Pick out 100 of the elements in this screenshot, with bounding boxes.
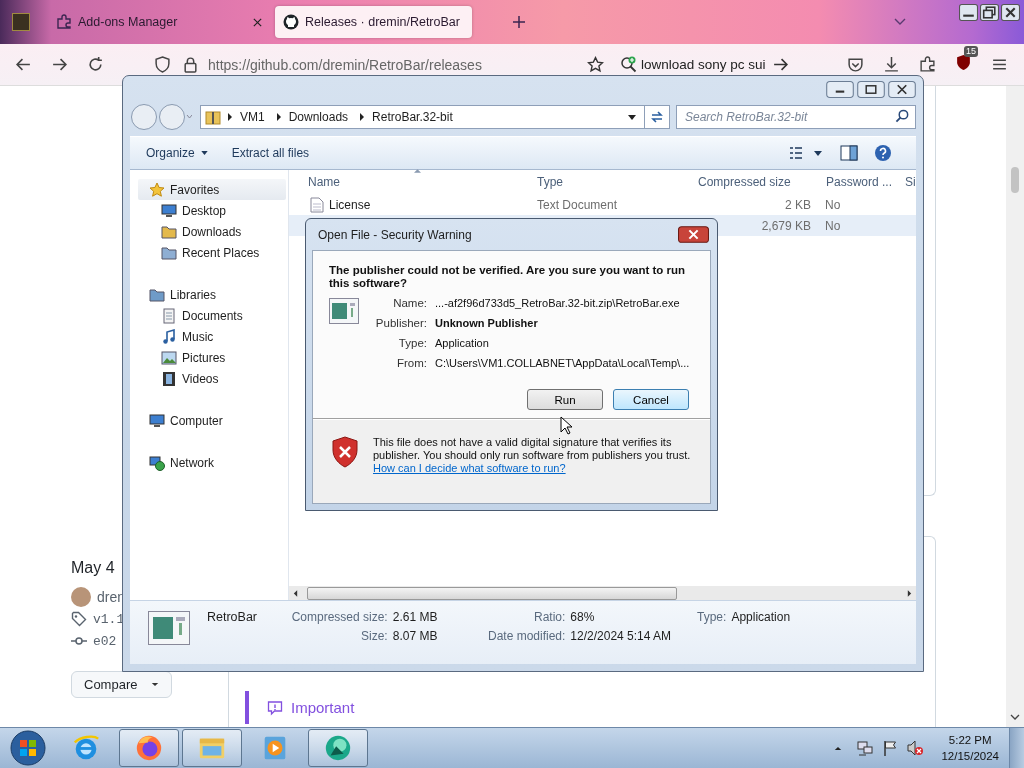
folder-icon [161,223,177,240]
nav-item[interactable]: Computer [138,410,286,431]
browser-tab[interactable]: Add-ons Manager [48,6,271,38]
callout-title: Important [291,699,355,716]
column-header[interactable]: Compressed size [697,175,825,189]
password-value: No [825,218,841,233]
nav-item[interactable]: Favorites [138,179,286,200]
reload-icon[interactable] [87,56,104,73]
nav-item[interactable]: Desktop [130,200,288,221]
forward-arrow-icon[interactable] [51,56,68,73]
shield-icon[interactable] [955,54,972,71]
search-field[interactable]: Search RetroBar.32-bit [676,105,916,129]
notification-badge: 15 [964,46,978,57]
close-icon[interactable] [888,81,916,98]
search-icon [895,109,910,124]
network-icon[interactable] [856,739,875,757]
nav-item[interactable]: Downloads [130,221,288,242]
search-field[interactable]: lownload sony pc sui [620,55,805,74]
password-value: No [825,197,841,212]
help-icon[interactable] [874,144,892,162]
chevron-right-icon[interactable] [359,113,366,121]
shield-icon[interactable] [154,56,171,73]
caret-icon [151,682,160,687]
scrollbar[interactable] [1006,86,1024,727]
show-hidden-icons-icon[interactable] [834,745,843,751]
chevron-right-icon[interactable] [275,113,282,121]
detail-label: Size: [360,629,388,643]
download-icon[interactable] [883,56,900,73]
lock-icon[interactable] [182,56,199,73]
column-header[interactable]: Name [308,175,537,189]
command-button[interactable]: Extract all files [223,142,318,164]
taskbar-button[interactable] [119,729,179,767]
new-tab-icon[interactable] [512,15,526,29]
menu-icon[interactable] [991,56,1008,73]
speaker-muted-icon[interactable] [906,739,925,757]
dropdown-arrow-icon[interactable] [628,114,636,120]
dialog-button[interactable]: Cancel [613,389,689,410]
star-icon [149,181,165,198]
minimize-icon[interactable] [826,81,854,98]
close-icon[interactable] [1001,4,1020,21]
maximize-icon[interactable] [857,81,885,98]
file-size: 2,679 KB [761,218,811,233]
command-button[interactable]: Organize [138,142,216,164]
address-bar[interactable]: VM1 Downloads RetroBar.32-bit [200,105,670,129]
taskbar-button[interactable] [182,729,242,767]
application-icon [329,298,359,324]
breadcrumb-item[interactable]: Downloads [288,110,349,124]
field-value: ...-af2f96d733d5_RetroBar.32-bit.zip\RetroBar.exe [435,296,681,310]
url-field[interactable]: https://github.com/dremin/RetroBar/releases [208,56,568,73]
app-icon [12,13,30,31]
nav-item[interactable]: Videos [130,368,288,389]
browser-tab[interactable]: Releases · dremin/RetroBar [275,6,472,38]
chevron-down-icon[interactable] [1010,714,1020,720]
breadcrumb-item[interactable]: RetroBar.32-bit [372,110,453,124]
tag-icon [71,611,87,627]
preview-pane-icon[interactable] [840,144,858,162]
restore-icon[interactable] [980,4,999,21]
column-header[interactable]: Type [537,175,697,189]
scroll-thumb[interactable] [307,586,677,600]
view-options-icon[interactable] [788,145,824,161]
close-icon[interactable] [678,226,709,243]
nav-item[interactable]: Pictures [130,347,288,368]
tag-link[interactable]: v1.1 [93,611,125,627]
commit-link[interactable]: e02 [93,633,117,649]
app-logo-icon [323,733,353,763]
field-label: Publisher: [374,316,427,330]
chevron-right-icon[interactable] [227,113,233,121]
detail-value: 12/2/2024 5:14 AM [570,629,673,643]
start-orb-icon[interactable] [10,730,46,766]
minimize-icon[interactable] [959,4,978,21]
help-link[interactable]: How can I decide what software to run? [373,462,700,475]
warning-text: This file does not have a valid digital signature that verifies its publisher. You should only run software from publishers you trust. [373,436,692,462]
column-header[interactable]: Si [905,175,916,189]
scroll-left-icon[interactable] [293,589,298,597]
document-icon [310,196,324,213]
star-icon[interactable] [587,56,604,73]
compare-button[interactable]: Compare [71,671,173,698]
go-arrow-icon[interactable] [771,56,789,73]
file-row[interactable]: License Text Document 2 KB No [289,194,916,215]
column-header[interactable]: Password ... [825,175,905,189]
pocket-icon[interactable] [847,56,864,73]
nav-item[interactable]: Network [138,452,286,473]
clock[interactable]: 5:22 PM 12/15/2024 [941,732,999,764]
dialog-button[interactable]: Run [527,389,603,410]
scroll-right-icon[interactable] [907,589,912,597]
nav-item[interactable]: Recent Places [130,242,288,263]
close-icon[interactable] [252,16,263,28]
scroll-thumb[interactable] [1011,167,1019,193]
field-value: Application [435,336,490,350]
taskbar-button[interactable] [308,729,368,767]
puzzle-icon[interactable] [919,56,936,73]
nav-item[interactable]: Documents [130,305,288,326]
breadcrumb-item[interactable]: VM1 [240,110,265,124]
time-text: 5:22 PM [948,733,992,748]
horizontal-scrollbar[interactable] [289,586,916,600]
zip-folder-icon [205,109,221,125]
nav-item[interactable]: Libraries [138,284,286,305]
back-arrow-icon[interactable] [15,56,32,73]
detail-label: Ratio: [533,610,566,624]
nav-item[interactable]: Music [130,326,288,347]
